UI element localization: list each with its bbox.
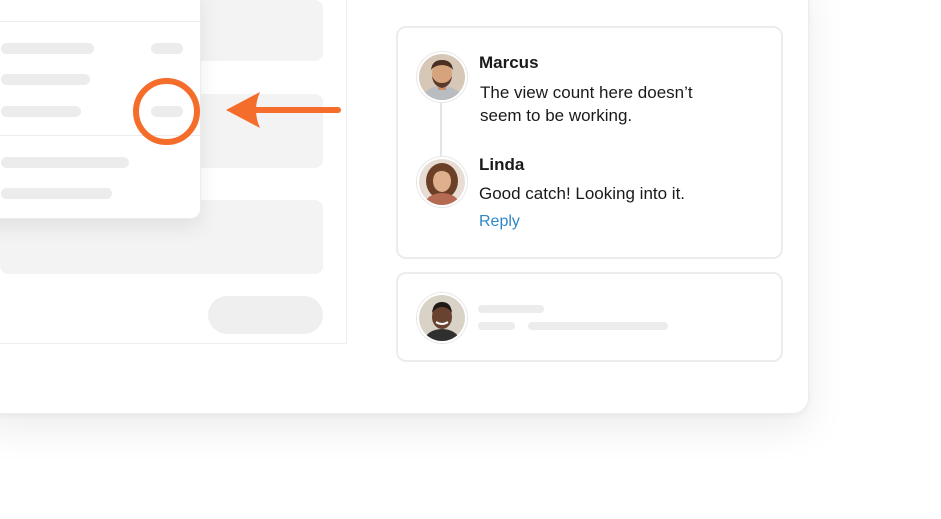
- comment-author: Marcus: [479, 53, 539, 72]
- divider: [0, 21, 200, 22]
- placeholder-line: [478, 305, 544, 313]
- placeholder-value: [151, 43, 183, 54]
- thread-connector: [440, 98, 442, 156]
- circle-outline-icon: [133, 78, 200, 145]
- reply-link[interactable]: Reply: [479, 213, 520, 231]
- placeholder-line: [1, 157, 129, 168]
- comment-text: The view count here doesn’t: [480, 83, 693, 102]
- comment-author: Linda: [479, 155, 525, 174]
- placeholder-button[interactable]: [208, 296, 323, 334]
- placeholder-line: [1, 43, 94, 54]
- avatar-marcus[interactable]: [417, 52, 467, 102]
- placeholder-line: [478, 322, 515, 330]
- placeholder-line: [528, 322, 668, 330]
- placeholder-line: [1, 188, 112, 199]
- arrow-left-icon: [226, 92, 341, 128]
- placeholder-line: [1, 74, 90, 85]
- avatar-linda[interactable]: [417, 157, 467, 207]
- avatar-user[interactable]: [417, 293, 467, 343]
- comment-text: Good catch! Looking into it.: [479, 184, 686, 203]
- placeholder-line: [1, 106, 81, 117]
- comment-text: seem to be working.: [480, 106, 633, 125]
